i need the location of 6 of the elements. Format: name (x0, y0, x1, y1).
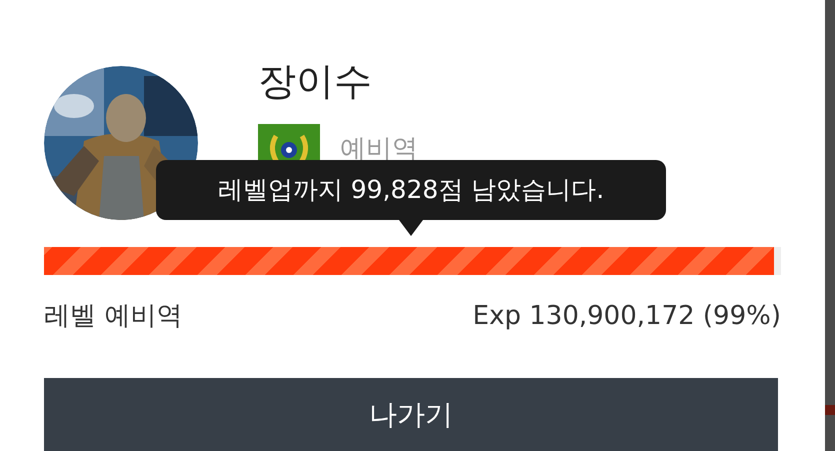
tooltip-pointer-icon (399, 220, 423, 236)
exp-label: Exp 130,900,172 (99%) (472, 300, 781, 333)
exit-button[interactable]: 나가기 (44, 378, 778, 451)
level-label: 레벨 예비역 (44, 300, 182, 333)
user-name: 장이수 (258, 58, 373, 104)
tooltip: 레벨업까지 99,828점 남았습니다. (156, 160, 666, 220)
